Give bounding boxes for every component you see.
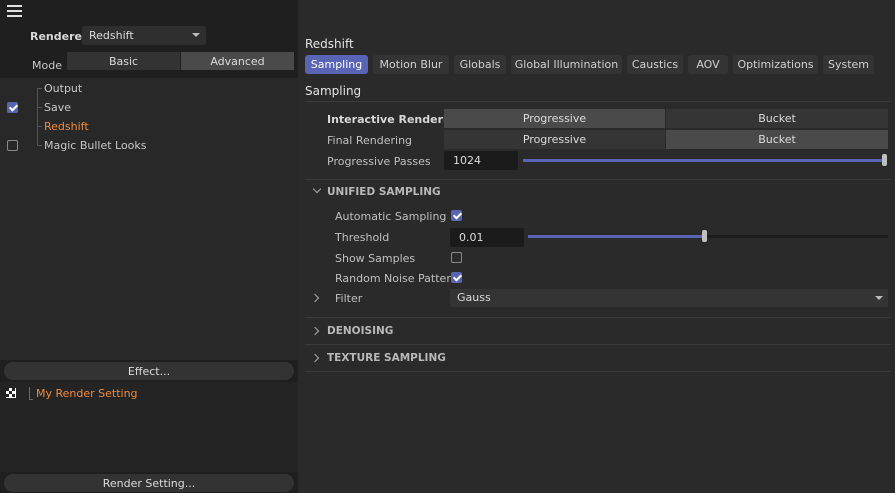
- tree-item-save[interactable]: Save: [44, 101, 71, 114]
- show-samples-label: Show Samples: [335, 252, 416, 265]
- tab-system[interactable]: System: [823, 55, 874, 74]
- render-settings-tree: Output Save Redshift Magic Bullet Looks: [0, 78, 298, 360]
- filter-value: Gauss: [457, 291, 491, 304]
- filter-dropdown[interactable]: Gauss: [450, 289, 888, 307]
- tree-item-redshift[interactable]: Redshift: [44, 120, 89, 133]
- chevron-right-icon[interactable]: [310, 326, 320, 336]
- effect-button[interactable]: Effect...: [4, 362, 294, 380]
- progressive-passes-field[interactable]: 1024: [444, 151, 518, 170]
- divider: [305, 101, 891, 102]
- random-noise-pattern-label: Random Noise Pattern: [335, 272, 458, 285]
- renderer-dropdown[interactable]: Redshift: [82, 26, 206, 45]
- show-samples-checkbox[interactable]: [451, 252, 462, 263]
- save-checkbox[interactable]: [7, 102, 18, 113]
- chevron-down-icon: [875, 296, 883, 300]
- threshold-field[interactable]: 0.01: [450, 228, 524, 247]
- tree-line: [37, 88, 42, 89]
- render-setting-button[interactable]: Render Setting...: [4, 474, 294, 492]
- automatic-sampling-checkbox[interactable]: [451, 210, 462, 221]
- tab-optimizations[interactable]: Optimizations: [733, 55, 818, 74]
- renderer-value: Redshift: [89, 29, 134, 42]
- tree-line: [37, 126, 42, 127]
- tab-sampling[interactable]: Sampling: [305, 55, 368, 74]
- magic-bullet-checkbox[interactable]: [7, 140, 18, 151]
- chevron-right-icon[interactable]: [310, 353, 320, 363]
- threshold-label: Threshold: [335, 231, 390, 244]
- progressive-passes-label: Progressive Passes: [327, 155, 431, 168]
- renderer-label: Renderer: [30, 30, 88, 43]
- mode-basic-button[interactable]: Basic: [67, 52, 180, 70]
- interactive-progressive-option[interactable]: Progressive: [444, 109, 665, 128]
- panel-title: Redshift: [305, 37, 354, 51]
- render-setting-item[interactable]: My Render Setting: [36, 387, 138, 400]
- slider-handle[interactable]: [702, 230, 707, 242]
- automatic-sampling-label: Automatic Sampling: [335, 210, 447, 223]
- chevron-down-icon[interactable]: [312, 184, 322, 194]
- section-title: Sampling: [305, 84, 362, 98]
- mode-label: Mode: [32, 59, 62, 72]
- divider: [305, 344, 891, 345]
- tree-line: [37, 107, 42, 108]
- tab-aov[interactable]: AOV: [688, 55, 728, 74]
- final-bucket-option[interactable]: Bucket: [666, 130, 888, 149]
- filter-label: Filter: [335, 292, 363, 305]
- tree-item-output[interactable]: Output: [44, 82, 82, 95]
- tab-caustics[interactable]: Caustics: [627, 55, 683, 74]
- chevron-down-icon: [192, 33, 200, 37]
- tab-global-illumination[interactable]: Global Illumination: [511, 55, 622, 74]
- divider: [305, 179, 891, 180]
- final-progressive-option[interactable]: Progressive: [444, 130, 665, 149]
- threshold-slider[interactable]: [528, 230, 888, 242]
- slider-fill: [523, 159, 887, 162]
- slider-fill: [528, 235, 704, 238]
- texture-sampling-header[interactable]: TEXTURE SAMPLING: [327, 352, 446, 364]
- mode-advanced-button[interactable]: Advanced: [181, 52, 294, 70]
- progressive-passes-slider[interactable]: [523, 154, 887, 166]
- tab-motion-blur[interactable]: Motion Blur: [373, 55, 449, 74]
- divider: [305, 371, 891, 372]
- chevron-right-icon[interactable]: [310, 293, 320, 303]
- redshift-settings-panel: Redshift Sampling Motion Blur Globals Gl…: [298, 0, 895, 493]
- hamburger-menu-icon[interactable]: [7, 4, 23, 18]
- divider: [305, 317, 891, 318]
- slider-handle[interactable]: [882, 154, 887, 166]
- tree-line: [37, 88, 38, 146]
- random-noise-pattern-checkbox[interactable]: [451, 272, 462, 283]
- render-setting-icon: [6, 388, 16, 398]
- denoising-header[interactable]: DENOISING: [327, 325, 393, 337]
- tree-line: [37, 145, 42, 146]
- unified-sampling-header[interactable]: UNIFIED SAMPLING: [327, 186, 441, 198]
- render-settings-left-panel: Renderer Redshift Mode Basic Advanced Ou…: [0, 0, 298, 493]
- tree-line: [29, 387, 33, 400]
- final-rendering-label: Final Rendering: [327, 134, 413, 147]
- interactive-bucket-option[interactable]: Bucket: [666, 109, 888, 128]
- tree-item-magic-bullet-looks[interactable]: Magic Bullet Looks: [44, 139, 147, 152]
- tab-globals[interactable]: Globals: [454, 55, 506, 74]
- interactive-rendering-label: Interactive Rendering: [327, 113, 463, 126]
